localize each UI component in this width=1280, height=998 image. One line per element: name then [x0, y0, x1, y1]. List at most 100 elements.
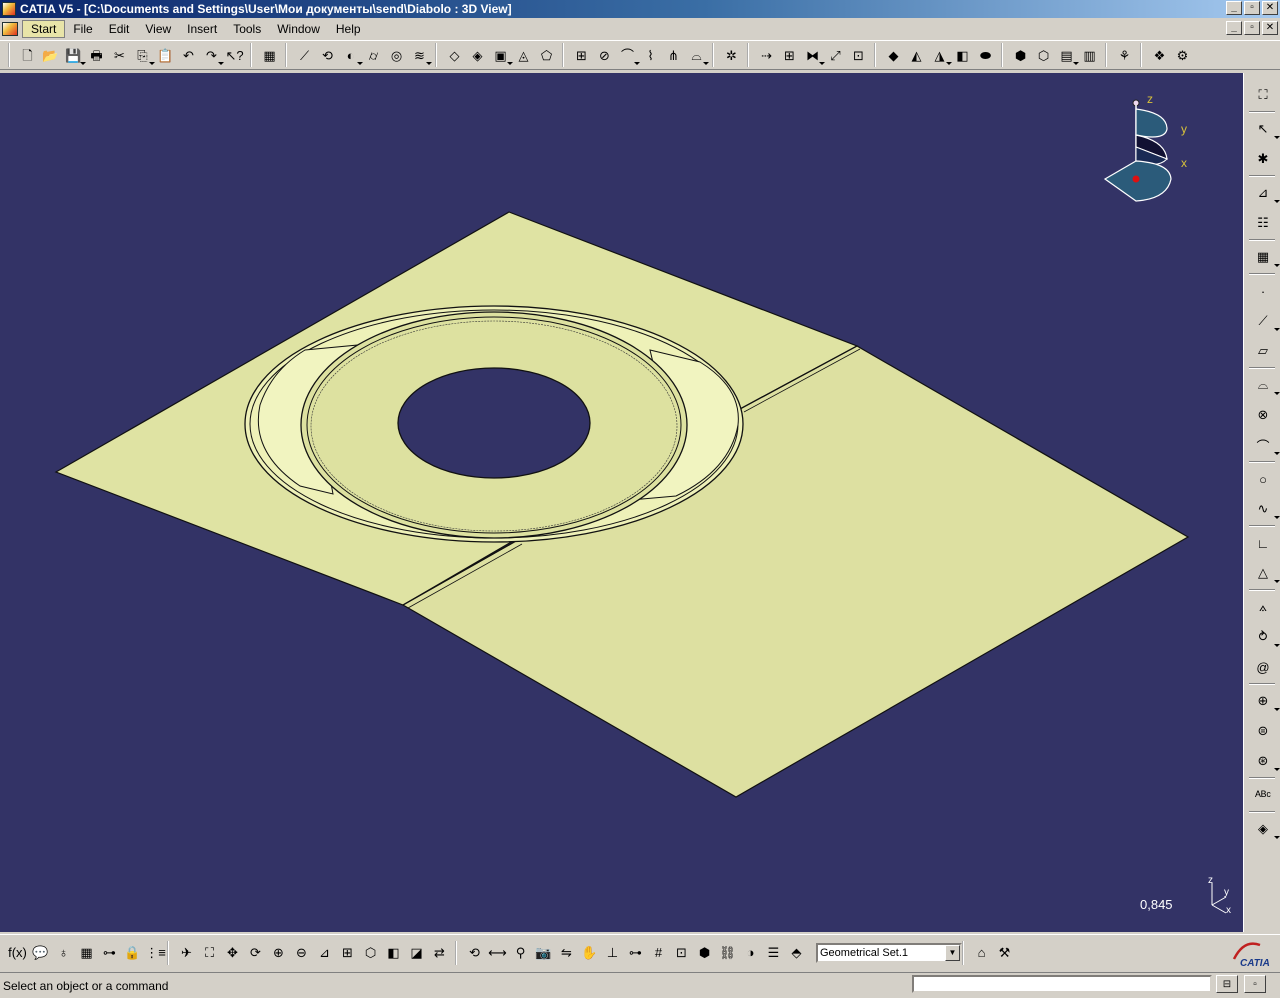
- status-button-2[interactable]: ▫: [1244, 975, 1266, 993]
- projection-icon[interactable]: ⌓: [1252, 375, 1280, 395]
- fillet-icon[interactable]: ⌓: [686, 45, 709, 65]
- annotation-icon[interactable]: ᴬᴮᶜ: [1252, 785, 1274, 805]
- open-icon[interactable]: 📂: [40, 45, 61, 65]
- menu-window[interactable]: Window: [269, 21, 328, 37]
- command-input[interactable]: [912, 975, 1212, 993]
- compass-yz-plane[interactable]: [1135, 108, 1168, 138]
- status-button-1[interactable]: ⊟: [1216, 975, 1238, 993]
- surface-icon[interactable]: ⬠: [536, 45, 557, 65]
- reflect-line-icon[interactable]: ⊛: [1252, 751, 1280, 771]
- loft-icon[interactable]: ◬: [513, 45, 534, 65]
- material-icon[interactable]: ◈: [1252, 819, 1280, 839]
- fill-icon[interactable]: ◇: [444, 45, 465, 65]
- new-icon[interactable]: 🗋: [17, 45, 38, 65]
- sketch-icon[interactable]: ⊿: [1252, 183, 1280, 203]
- plane-icon[interactable]: ▱: [1252, 341, 1274, 361]
- trim-icon[interactable]: ⌒: [617, 45, 640, 65]
- distance-icon[interactable]: ◧: [952, 45, 973, 65]
- view-iso-icon[interactable]: ⬢: [1010, 45, 1031, 65]
- cut-icon[interactable]: ✂: [109, 45, 130, 65]
- spiral-icon[interactable]: @: [1252, 657, 1274, 677]
- lock-icon[interactable]: 🔒: [122, 943, 143, 963]
- menu-start[interactable]: Start: [22, 19, 66, 38]
- symmetry-icon[interactable]: ⧓: [802, 45, 825, 65]
- catia-app-icon[interactable]: [2, 2, 16, 16]
- intersection-icon[interactable]: ⊗: [1252, 405, 1274, 425]
- table-icon[interactable]: ▦: [76, 943, 97, 963]
- update-icon[interactable]: ⟲: [464, 943, 485, 963]
- multi-view-icon[interactable]: ⊞: [337, 943, 358, 963]
- connect-icon[interactable]: ⬬: [975, 45, 996, 65]
- affinity-icon[interactable]: ⊡: [848, 45, 869, 65]
- view-front-icon[interactable]: ⬡: [1033, 45, 1054, 65]
- geometry-canvas[interactable]: [0, 73, 1243, 932]
- view-side-icon[interactable]: ▥: [1079, 45, 1100, 65]
- extract-icon[interactable]: ⋔: [663, 45, 684, 65]
- hide-show-icon[interactable]: ◪: [406, 943, 427, 963]
- blend-curve-icon[interactable]: ⊜: [1252, 721, 1274, 741]
- draft-analysis-icon[interactable]: ◭: [906, 45, 927, 65]
- menu-view[interactable]: View: [137, 21, 179, 37]
- doc-close-button[interactable]: ✕: [1262, 21, 1278, 35]
- select-arrow-icon[interactable]: ↖: [1252, 119, 1280, 139]
- zoom-in-icon[interactable]: ⊕: [268, 943, 289, 963]
- join-icon[interactable]: ⊞: [571, 45, 592, 65]
- multisection-icon[interactable]: ◈: [467, 45, 488, 65]
- normal-view-icon[interactable]: ⊿: [314, 943, 335, 963]
- print-icon[interactable]: 🖶: [86, 45, 107, 65]
- chevron-down-icon[interactable]: ▼: [945, 944, 960, 961]
- snap-icon[interactable]: ✱: [1252, 149, 1274, 169]
- rotate-icon[interactable]: ⟳: [245, 943, 266, 963]
- shading-icon[interactable]: ◧: [383, 943, 404, 963]
- line-icon[interactable]: ⟋: [1252, 311, 1280, 331]
- hand-icon[interactable]: ✋: [579, 943, 600, 963]
- scene-icon[interactable]: ⛓: [717, 943, 738, 963]
- minimize-button[interactable]: _: [1226, 1, 1242, 15]
- view-top-icon[interactable]: ▤: [1056, 45, 1079, 65]
- grid-icon[interactable]: #: [648, 943, 669, 963]
- document-icon[interactable]: [2, 21, 18, 36]
- catalog-icon[interactable]: ❖: [1149, 45, 1170, 65]
- menu-help[interactable]: Help: [328, 21, 369, 37]
- pattern-icon[interactable]: ⊞: [779, 45, 800, 65]
- cylinder-icon[interactable]: ⌭: [363, 45, 384, 65]
- compass-origin[interactable]: [1132, 175, 1140, 183]
- select-mode-icon[interactable]: ⛶: [1252, 85, 1274, 105]
- formula-icon[interactable]: f(x): [7, 943, 28, 963]
- menu-file[interactable]: File: [65, 21, 100, 37]
- offset-icon[interactable]: ◎: [386, 45, 407, 65]
- fly-mode-icon[interactable]: ◑: [740, 943, 761, 963]
- doc-minimize-button[interactable]: _: [1226, 21, 1242, 35]
- sphere-icon[interactable]: ◐: [340, 45, 363, 65]
- axis-system-icon[interactable]: ⊥: [602, 943, 623, 963]
- split-icon[interactable]: ⊘: [594, 45, 615, 65]
- tree-expand-icon[interactable]: ⊶: [625, 943, 646, 963]
- comment-icon[interactable]: 💬: [30, 943, 51, 963]
- restore-button[interactable]: ▫: [1244, 1, 1260, 15]
- scale-icon[interactable]: ⤢: [825, 45, 846, 65]
- paste-icon[interactable]: 📋: [155, 45, 176, 65]
- set-tools-icon[interactable]: ⚒: [994, 943, 1015, 963]
- analysis-icon[interactable]: ◆: [883, 45, 904, 65]
- corner-icon[interactable]: ∟: [1252, 533, 1274, 553]
- copy-list-icon[interactable]: ☷: [1252, 213, 1274, 233]
- point-icon[interactable]: ·: [1252, 281, 1274, 301]
- compass-widget[interactable]: z y x: [1095, 91, 1205, 211]
- helix-icon[interactable]: ⥁: [1252, 627, 1280, 647]
- parameters-icon[interactable]: ⋮≡: [145, 943, 166, 963]
- whats-this-icon[interactable]: ↖?: [224, 45, 245, 65]
- body-icon[interactable]: ▦: [1252, 247, 1280, 267]
- transform-icon[interactable]: ✲: [721, 45, 742, 65]
- iso-view-icon[interactable]: ⬡: [360, 943, 381, 963]
- boundary-icon[interactable]: ⌇: [640, 45, 661, 65]
- cube-icon[interactable]: ⬢: [694, 943, 715, 963]
- save-icon[interactable]: 💾: [63, 45, 86, 65]
- work-on-support-icon[interactable]: ⊡: [671, 943, 692, 963]
- circle-icon[interactable]: ○: [1252, 469, 1274, 489]
- swap-icon[interactable]: ⇋: [556, 943, 577, 963]
- close-button[interactable]: ✕: [1262, 1, 1278, 15]
- capture-icon[interactable]: 📷: [533, 943, 554, 963]
- instantiate-icon[interactable]: ⚙: [1172, 45, 1193, 65]
- tree-icon[interactable]: ⊶: [99, 943, 120, 963]
- translate-icon[interactable]: ⇢: [756, 45, 777, 65]
